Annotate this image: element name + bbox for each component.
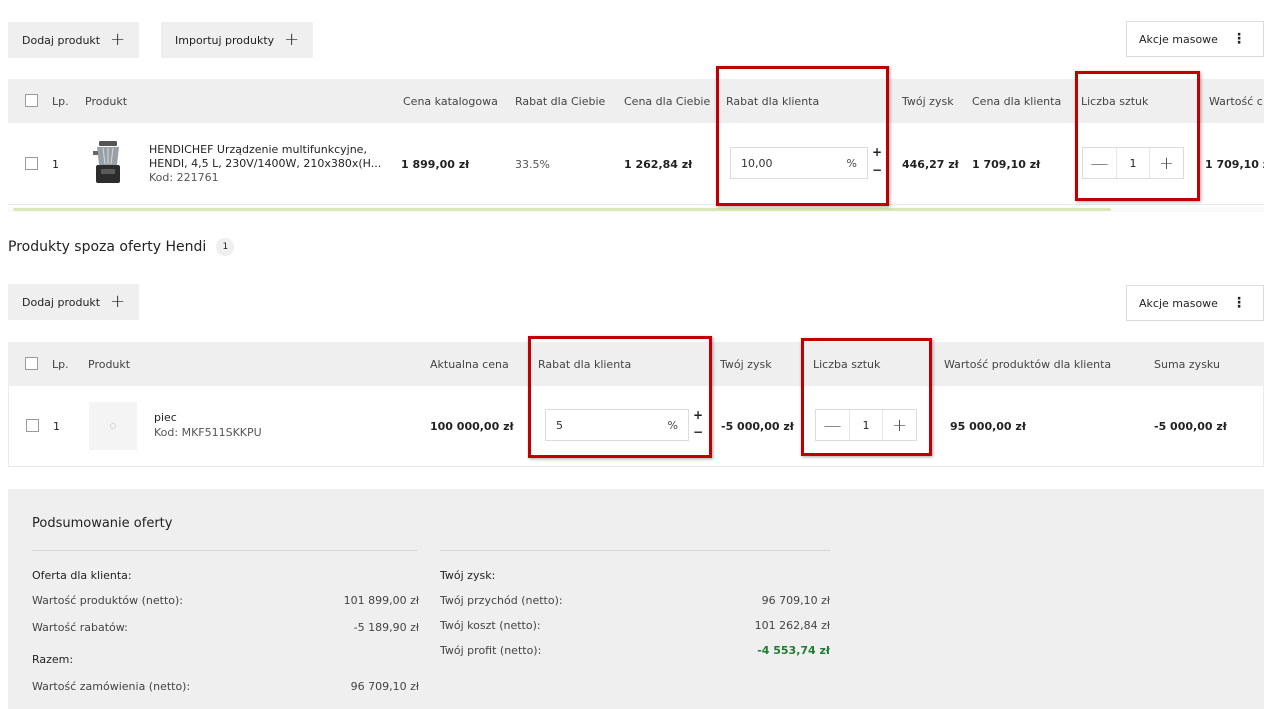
catalog-price: 1 899,00 zł bbox=[401, 157, 470, 171]
import-products-label: Importuj produkty bbox=[175, 33, 275, 47]
divider bbox=[32, 550, 418, 551]
offer-summary-panel: Podsumowanie oferty Oferta dla klienta: … bbox=[8, 489, 1264, 709]
client-price: 1 709,10 zł bbox=[972, 157, 1041, 171]
section-title: Produkty spoza oferty Hendi 1 bbox=[8, 238, 235, 256]
product-name-line1[interactable]: HENDICHEF Urządzenie multifunkcyjne, bbox=[149, 143, 367, 156]
col-your-profit: Twój zysk bbox=[720, 357, 772, 371]
col-your-discount: Rabat dla Ciebie bbox=[515, 94, 606, 108]
your-discount: 33.5% bbox=[515, 157, 550, 171]
scrollbar-thumb[interactable] bbox=[13, 208, 1111, 211]
row-lp: 1 bbox=[52, 157, 59, 171]
discounts-label: Wartość rabatów: bbox=[32, 621, 128, 634]
profit-label: Twój profit (netto): bbox=[440, 644, 542, 657]
bulk-actions-label: Akcje masowe bbox=[1139, 32, 1218, 46]
product-name-line2[interactable]: HENDI, 4,5 L, 230V/1400W, 210x380x(H... bbox=[149, 157, 381, 170]
current-price: 100 000,00 zł bbox=[430, 420, 514, 433]
row-checkbox[interactable] bbox=[26, 419, 39, 432]
count-badge: 1 bbox=[216, 238, 235, 256]
profit-sum: -5 000,00 zł bbox=[1154, 420, 1227, 433]
col-product: Produkt bbox=[88, 357, 131, 371]
horizontal-scrollbar[interactable] bbox=[8, 207, 1264, 212]
product-code: Kod: 221761 bbox=[149, 171, 219, 184]
client-offer-heading: Oferta dla klienta: bbox=[32, 569, 132, 582]
plus-icon: + bbox=[110, 29, 126, 50]
row-checkbox[interactable] bbox=[25, 157, 38, 170]
col-client-price: Cena dla klienta bbox=[972, 94, 1062, 108]
bulk-actions-button[interactable]: Akcje masowe ⋮ bbox=[1126, 21, 1264, 57]
revenue-label: Twój przychód (netto): bbox=[440, 594, 563, 607]
highlight-client-discount-column-2 bbox=[528, 336, 712, 458]
select-all-checkbox[interactable] bbox=[25, 357, 38, 370]
divider bbox=[440, 550, 830, 551]
section-title-text: Produkty spoza oferty Hendi bbox=[8, 239, 207, 255]
kebab-icon: ⋮ bbox=[1231, 31, 1246, 47]
product-thumbnail bbox=[90, 139, 126, 185]
summary-title: Podsumowanie oferty bbox=[32, 516, 173, 531]
bulk-actions-button-2[interactable]: Akcje masowe ⋮ bbox=[1126, 285, 1264, 321]
client-value: 95 000,00 zł bbox=[950, 420, 1026, 433]
col-your-profit: Twój zysk bbox=[902, 94, 954, 108]
col-your-price: Cena dla Ciebie bbox=[624, 94, 711, 108]
highlight-quantity-column-2 bbox=[801, 338, 932, 456]
multicooker-image bbox=[93, 141, 120, 183]
product-code: Kod: MKF511SKKPU bbox=[154, 425, 262, 439]
select-all-checkbox[interactable] bbox=[25, 94, 38, 107]
row-value: 1 709,10 zł bbox=[1205, 157, 1264, 171]
order-value: 96 709,10 zł bbox=[350, 680, 419, 693]
col-catalog-price: Cena katalogowa bbox=[403, 94, 498, 108]
col-lp: Lp. bbox=[52, 357, 69, 371]
add-product-label: Dodaj produkt bbox=[22, 33, 101, 47]
bulk-actions-label: Akcje masowe bbox=[1139, 296, 1218, 310]
your-price: 1 262,84 zł bbox=[624, 157, 693, 171]
kebab-icon: ⋮ bbox=[1231, 295, 1246, 311]
revenue-value: 96 709,10 zł bbox=[761, 594, 830, 607]
order-value-label: Wartość zamówienia (netto): bbox=[32, 680, 191, 693]
product-name[interactable]: piec bbox=[154, 410, 177, 424]
row-lp: 1 bbox=[53, 420, 60, 433]
add-product-button[interactable]: Dodaj produkt + bbox=[8, 22, 140, 58]
highlight-client-discount-column bbox=[716, 66, 889, 206]
col-product: Produkt bbox=[85, 94, 128, 108]
add-product-label: Dodaj produkt bbox=[22, 295, 101, 309]
image-placeholder-icon bbox=[110, 423, 116, 429]
discounts-value: -5 189,90 zł bbox=[353, 621, 419, 634]
import-products-button[interactable]: Importuj produkty + bbox=[161, 22, 314, 58]
products-value-label: Wartość produktów (netto): bbox=[32, 594, 183, 607]
plus-icon: + bbox=[284, 29, 300, 50]
col-profit-sum: Suma zysku bbox=[1154, 357, 1220, 371]
products-value: 101 899,00 zł bbox=[343, 594, 419, 607]
add-product-button-2[interactable]: Dodaj produkt + bbox=[8, 284, 140, 320]
profit-value: -4 553,74 zł bbox=[757, 644, 830, 657]
cost-value: 101 262,84 zł bbox=[754, 619, 830, 632]
col-client-value: Wartość produktów dla klienta bbox=[944, 357, 1112, 371]
plus-icon: + bbox=[110, 291, 126, 312]
col-lp: Lp. bbox=[52, 94, 69, 108]
product-thumbnail-placeholder bbox=[89, 402, 137, 450]
your-profit: -5 000,00 zł bbox=[721, 420, 794, 433]
col-value: Wartość c bbox=[1209, 94, 1263, 108]
cost-label: Twój koszt (netto): bbox=[440, 619, 541, 632]
total-heading: Razem: bbox=[32, 653, 74, 666]
highlight-quantity-column bbox=[1075, 71, 1200, 201]
your-profit: 446,27 zł bbox=[902, 157, 959, 171]
col-current-price: Aktualna cena bbox=[430, 357, 509, 371]
your-profit-heading: Twój zysk: bbox=[440, 569, 496, 582]
